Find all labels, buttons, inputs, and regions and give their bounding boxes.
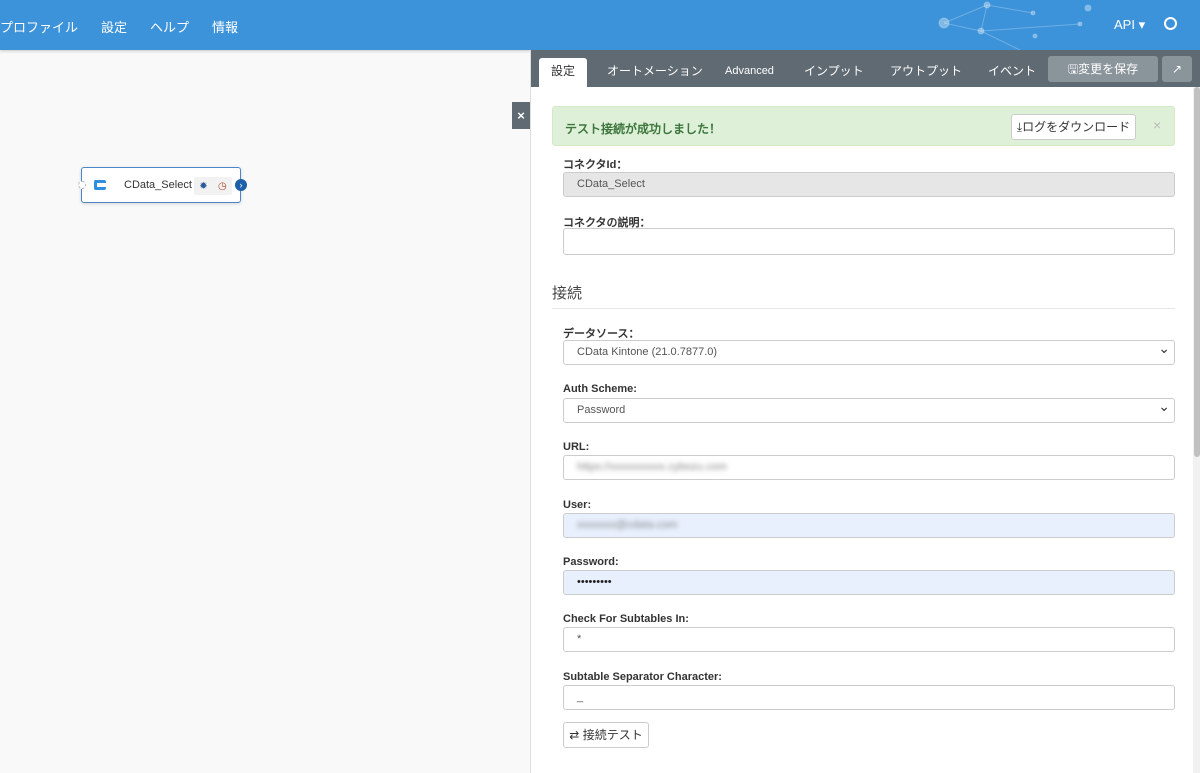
user-field[interactable]: xxxxxxx@cdata.com xyxy=(563,513,1175,538)
tab-output[interactable]: アウトプット xyxy=(890,58,962,87)
tab-settings[interactable]: 設定 xyxy=(539,58,588,87)
save-label: 変更を保存 xyxy=(1078,62,1139,76)
floppy-icon: 🖫 xyxy=(1067,62,1079,76)
alert-message: テスト接続が成功しました！ xyxy=(565,122,722,136)
url-label: URL: xyxy=(563,441,590,453)
auth-scheme-select[interactable]: Password xyxy=(563,395,1175,423)
nav-help[interactable]: ヘルプ xyxy=(150,17,189,36)
nav-profile[interactable]: プロファイル xyxy=(0,17,78,36)
nav-settings[interactable]: 設定 xyxy=(101,17,127,36)
close-panel-button[interactable]: × xyxy=(512,102,530,129)
external-link-icon[interactable]: ↗ xyxy=(1162,56,1192,82)
description-textarea[interactable] xyxy=(563,228,1175,255)
cdata-connector-icon xyxy=(94,180,106,190)
success-alert: テスト接続が成功しました！ ⤓ログをダウンロード × xyxy=(552,106,1175,146)
network-decoration xyxy=(938,1,1092,50)
input-port[interactable] xyxy=(78,181,86,189)
gear-icon[interactable]: ✹ xyxy=(199,181,207,192)
close-icon[interactable]: × xyxy=(1153,117,1161,133)
separator-label: Subtable Separator Character: xyxy=(563,671,722,683)
clock-icon[interactable]: ◷ xyxy=(218,181,227,192)
auth-scheme-label: Auth Scheme: xyxy=(563,383,637,395)
tab-advanced[interactable]: Advanced xyxy=(725,58,774,87)
tab-input[interactable]: インプット xyxy=(804,58,864,87)
download-log-button[interactable]: ⤓ログをダウンロード xyxy=(1011,114,1136,140)
auth-scheme-value: Password xyxy=(577,404,626,416)
connector-id-field[interactable]: CData_Select xyxy=(563,172,1175,197)
password-field[interactable]: ••••••••• xyxy=(563,570,1175,595)
connection-section-title: 接続 xyxy=(552,282,1175,309)
flow-canvas[interactable] xyxy=(0,50,530,773)
user-circle-icon[interactable] xyxy=(1164,17,1177,30)
url-field[interactable]: https://xxxxxxxxxx.cybozu.com xyxy=(563,455,1175,480)
separator-field[interactable]: _ xyxy=(563,685,1175,710)
subtables-field[interactable]: * xyxy=(563,627,1175,652)
exchange-icon: ⇄ xyxy=(569,728,580,742)
connector-id-label: コネクタId： xyxy=(563,159,628,171)
node-label: CData_Select xyxy=(124,179,192,191)
top-header: プロファイル 設定 ヘルプ 情報 API ▾ xyxy=(0,0,1200,50)
output-port-chevron-icon[interactable]: › xyxy=(235,179,247,191)
scrollbar-thumb[interactable] xyxy=(1194,87,1200,457)
tab-events[interactable]: イベント xyxy=(988,58,1036,87)
connector-node[interactable]: CData_Select ✹ ◷ › xyxy=(78,167,247,203)
api-menu[interactable]: API ▾ xyxy=(1114,17,1145,33)
scrollbar[interactable] xyxy=(1193,87,1200,773)
datasource-value: CData Kintone (21.0.7877.0) xyxy=(577,346,718,358)
subtables-label: Check For Subtables In: xyxy=(563,613,689,625)
tab-automation[interactable]: オートメーション xyxy=(607,58,703,87)
settings-panel: 設定 オートメーション Advanced インプット アウトプット イベント 🖫… xyxy=(530,50,1200,773)
tab-bar: 設定 オートメーション Advanced インプット アウトプット イベント 🖫… xyxy=(531,50,1200,87)
nav-info[interactable]: 情報 xyxy=(212,17,238,36)
save-button[interactable]: 🖫変更を保存 xyxy=(1048,56,1158,82)
password-label: Password: xyxy=(563,556,619,568)
user-label: User: xyxy=(563,499,592,511)
datasource-label: データソース： xyxy=(563,328,640,340)
datasource-select[interactable]: CData Kintone (21.0.7877.0) xyxy=(563,337,1175,365)
user-value: xxxxxxx@cdata.com xyxy=(577,519,678,531)
url-value: https://xxxxxxxxxx.cybozu.com xyxy=(577,461,727,473)
test-connection-button[interactable]: ⇄ 接続テスト xyxy=(563,722,649,748)
test-connection-label: 接続テスト xyxy=(582,728,643,742)
download-label: ログをダウンロード xyxy=(1022,120,1131,134)
